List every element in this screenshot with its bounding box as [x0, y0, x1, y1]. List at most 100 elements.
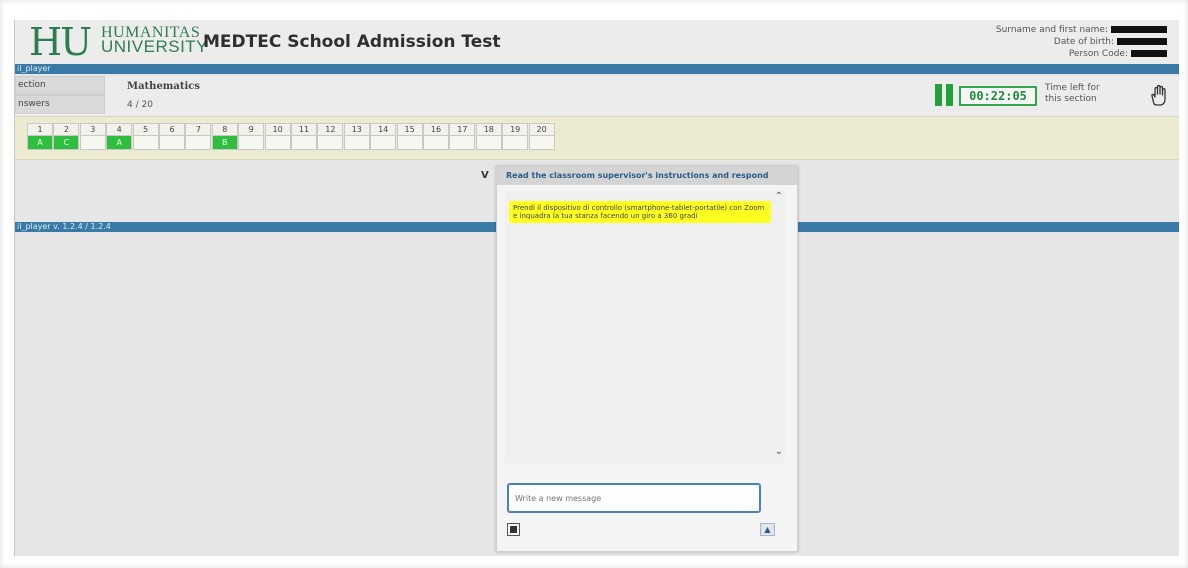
question-number: 14 — [370, 123, 397, 136]
question-answer: C — [53, 136, 80, 150]
question-number: 5 — [132, 123, 159, 136]
question-number: 3 — [79, 123, 106, 136]
redacted-name — [1111, 26, 1167, 33]
dob-label: Date of birth: — [1053, 37, 1114, 47]
question-cell-18[interactable]: 18 — [475, 123, 502, 151]
candidate-name-row: Surname and first name: — [996, 24, 1167, 36]
question-cell-17[interactable]: 17 — [449, 123, 476, 151]
question-answer — [79, 136, 106, 150]
question-answer — [502, 136, 529, 150]
question-number: 19 — [502, 123, 529, 136]
question-cell-2[interactable]: 2C — [53, 123, 80, 151]
question-cell-20[interactable]: 20 — [528, 123, 555, 151]
question-answer — [528, 136, 555, 150]
send-icon: ▲ — [764, 525, 771, 534]
question-number: 16 — [423, 123, 449, 136]
pause-icon-bar-left — [935, 84, 942, 106]
question-number: 11 — [291, 123, 317, 136]
question-number: 7 — [185, 123, 212, 136]
candidate-info: Surname and first name: Date of birth: P… — [996, 24, 1167, 60]
question-number: 9 — [238, 123, 265, 136]
question-cell-5[interactable]: 5 — [132, 123, 159, 151]
question-answer — [291, 136, 317, 150]
question-answer — [423, 136, 449, 150]
redacted-code — [1131, 50, 1167, 57]
question-number: 20 — [528, 123, 555, 136]
question-answer — [343, 136, 370, 150]
surname-label: Surname and first name: — [995, 25, 1108, 35]
question-cell-3[interactable]: 3 — [79, 123, 106, 151]
question-number: 15 — [396, 123, 423, 136]
new-message-input[interactable] — [507, 483, 761, 513]
question-cell-8[interactable]: 8B — [211, 123, 238, 151]
question-answer — [317, 136, 344, 150]
top-blue-bar: il_player — [15, 64, 1179, 74]
university-logo-text: HUMANITAS UNIVERSITY — [101, 25, 209, 56]
chat-message-area[interactable]: Prendi il dispositivo di controllo (smar… — [505, 191, 785, 463]
question-answer — [396, 136, 423, 150]
question-answer — [449, 136, 476, 150]
question-answer — [475, 136, 502, 150]
answers-label: nswers — [15, 95, 105, 114]
question-answer: A — [106, 136, 133, 150]
question-answer — [370, 136, 397, 150]
question-number: 12 — [317, 123, 344, 136]
pause-icon-bar-right — [946, 84, 953, 106]
question-cell-11[interactable]: 11 — [291, 123, 317, 151]
send-button[interactable]: ▲ — [760, 523, 775, 536]
question-number: 1 — [27, 123, 53, 136]
scroll-down-icon[interactable]: ⌄ — [775, 446, 783, 457]
question-cell-7[interactable]: 7 — [185, 123, 212, 151]
candidate-code-row: Person Code: — [996, 48, 1167, 60]
question-number: 13 — [343, 123, 370, 136]
code-label: Person Code: — [1068, 49, 1128, 59]
section-value: Mathematics — [127, 81, 200, 92]
question-number: 4 — [106, 123, 133, 136]
question-answer: A — [27, 136, 53, 150]
question-cell-19[interactable]: 19 — [502, 123, 529, 151]
logo-line-2: UNIVERSITY — [101, 37, 209, 56]
raise-hand-icon — [1151, 84, 1166, 106]
question-navigator: 1 A 2 C 3 4 A 5 6 7 8 B 9 10 11 12 13 14 15 16 17 18 19 20 — [15, 116, 1179, 160]
section-label: ection — [15, 76, 105, 95]
scroll-up-icon[interactable]: ⌃ — [775, 191, 783, 202]
question-number: 17 — [449, 123, 476, 136]
question-cell-4[interactable]: 4A — [106, 123, 133, 151]
attach-button[interactable] — [507, 523, 520, 536]
answers-count: 4 / 20 — [127, 100, 153, 110]
raise-hand-button[interactable] — [1145, 84, 1173, 108]
question-cell-6[interactable]: 6 — [159, 123, 185, 151]
countdown-timer: 00:22:05 — [959, 86, 1037, 106]
question-cell-14[interactable]: 14 — [370, 123, 397, 151]
question-answer — [264, 136, 291, 150]
question-number: 8 — [211, 123, 238, 136]
question-answer — [132, 136, 159, 150]
header: HU HUMANITAS UNIVERSITY MEDTEC School Ad… — [15, 20, 1179, 64]
partial-heading: V — [481, 170, 489, 181]
section-info-panel: ection Mathematics nswers 4 / 20 00:22:0… — [15, 76, 1179, 117]
candidate-dob-row: Date of birth: — [996, 36, 1167, 48]
question-cell-16[interactable]: 16 — [423, 123, 449, 151]
question-cell-12[interactable]: 12 — [317, 123, 344, 151]
supervisor-chat-dialog: Read the classroom supervisor's instruct… — [496, 166, 798, 552]
question-cell-9[interactable]: 9 — [238, 123, 265, 151]
question-cell-1[interactable]: 1A — [27, 123, 53, 151]
question-answer — [185, 136, 212, 150]
question-number: 2 — [53, 123, 80, 136]
question-cell-13[interactable]: 13 — [343, 123, 370, 151]
question-number: 18 — [475, 123, 502, 136]
supervisor-message: Prendi il dispositivo di controllo (smar… — [509, 201, 771, 223]
question-answer — [238, 136, 265, 150]
timer-label: Time left for this section — [1045, 83, 1100, 104]
page-title: MEDTEC School Admission Test — [203, 32, 501, 52]
university-logo-mark: HU — [29, 20, 92, 64]
question-answer: B — [211, 136, 238, 150]
question-number: 6 — [159, 123, 185, 136]
pause-button[interactable] — [935, 84, 953, 106]
question-cell-15[interactable]: 15 — [396, 123, 423, 151]
question-number: 10 — [264, 123, 291, 136]
question-cell-10[interactable]: 10 — [264, 123, 291, 151]
redacted-dob — [1117, 38, 1167, 45]
question-answer — [159, 136, 185, 150]
chat-scrollbar[interactable]: ⌃ ⌄ — [773, 191, 785, 463]
